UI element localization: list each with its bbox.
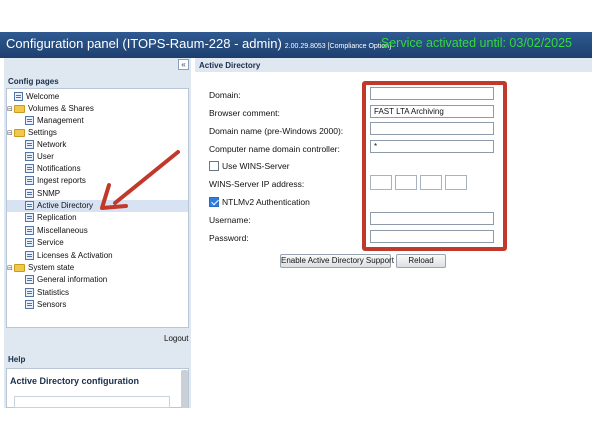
tree-item-label: SNMP (37, 189, 61, 198)
tree-item-notifications[interactable]: Notifications (25, 163, 81, 175)
tree-item-label: Active Directory (37, 201, 94, 210)
page-icon (25, 176, 34, 186)
tree-item-statistics[interactable]: Statistics (25, 287, 69, 299)
password-label: Password: (209, 233, 249, 243)
tree-item-label: Notifications (37, 164, 81, 173)
tree-item-ingest-reports[interactable]: Ingest reports (25, 175, 86, 187)
tree-item-service[interactable]: Service (25, 237, 64, 249)
tree-item-label: Replication (37, 213, 77, 222)
tree-item-label: System state (28, 263, 75, 272)
page-icon (14, 92, 23, 102)
page-icon (25, 251, 34, 261)
config-pages-heading: Config pages (4, 74, 191, 88)
tree-item-label: Service (37, 238, 64, 247)
tree-item-network[interactable]: Network (25, 139, 66, 151)
tree-item-user[interactable]: User (25, 151, 54, 163)
ntlmv2-label: NTLMv2 Authentication (222, 197, 310, 207)
tree-item-licenses[interactable]: Licenses & Activation (25, 250, 113, 262)
tree-folder-volumes[interactable]: ⊟ Volumes & Shares (7, 103, 94, 115)
tree-item-label: Welcome (26, 92, 60, 101)
tree-folder-settings[interactable]: ⊟ Settings (7, 127, 57, 139)
folder-icon (14, 263, 25, 272)
tree-item-sensors[interactable]: Sensors (25, 299, 66, 311)
page-title: Active Directory (195, 58, 592, 72)
page-icon (25, 201, 34, 211)
collapse-sidebar-button[interactable]: « (178, 59, 189, 70)
page-icon (25, 238, 34, 248)
tree-item-management[interactable]: Management (25, 115, 84, 127)
bottom-margin (0, 408, 592, 444)
tree-item-label: User (37, 152, 54, 161)
page-icon (25, 140, 34, 150)
page-icon (25, 164, 34, 174)
tree-item-miscellaneous[interactable]: Miscellaneous (25, 225, 88, 237)
page-icon (25, 152, 34, 162)
help-scrollbar[interactable] (181, 370, 188, 408)
help-content (14, 396, 170, 408)
page-icon (25, 226, 34, 236)
tree-item-welcome[interactable]: Welcome (14, 91, 59, 103)
tree-item-active-directory[interactable]: Active Directory (7, 200, 188, 212)
help-heading: Help (4, 352, 191, 366)
tree-item-label: Network (37, 140, 67, 149)
tree-item-label: General information (37, 275, 108, 284)
username-label: Username: (209, 215, 251, 225)
tree-item-label: Settings (28, 128, 57, 137)
tree-item-label: Ingest reports (37, 176, 86, 185)
tree-item-label: Miscellaneous (37, 226, 88, 235)
page-icon (25, 288, 34, 298)
tree-item-general-information[interactable]: General information (25, 274, 107, 286)
app-title-text: Configuration panel (ITOPS-Raum-228 - ad… (6, 36, 282, 51)
reload-button[interactable]: Reload (396, 254, 446, 268)
folder-icon (14, 128, 25, 137)
expand-icon[interactable]: ⊟ (7, 104, 14, 116)
logout-link[interactable]: Logout (164, 334, 188, 343)
ntlmv2-checkbox[interactable] (209, 197, 219, 207)
tree-item-label: Statistics (37, 288, 70, 297)
tree-item-snmp[interactable]: SNMP (25, 188, 60, 200)
tree-item-label: Volumes & Shares (28, 104, 94, 113)
page-icon (25, 300, 34, 310)
page-icon (25, 189, 34, 199)
top-margin (0, 0, 592, 32)
page-icon (25, 275, 34, 285)
tree-item-label: Licenses & Activation (37, 251, 113, 260)
tree-item-label: Management (37, 116, 84, 125)
page-icon (25, 116, 34, 126)
wins-checkbox[interactable] (209, 161, 219, 171)
help-title: Active Directory configuration (10, 376, 140, 386)
service-status: Service activated until: 03/02/2025 (380, 36, 572, 50)
app-title: Configuration panel (ITOPS-Raum-228 - ad… (6, 36, 391, 51)
tree-item-label: Sensors (37, 300, 67, 309)
browser-comment-label: Browser comment: (209, 108, 280, 118)
tree-item-replication[interactable]: Replication (25, 212, 77, 224)
domain-controller-label: Computer name domain controller: (209, 144, 340, 154)
domain-name-label: Domain name (pre-Windows 2000): (209, 126, 344, 136)
app-version: 2.00.29.8053 [Compliance Option] (284, 43, 392, 50)
page-icon (25, 213, 34, 223)
tree-folder-system-state[interactable]: ⊟ System state (7, 262, 74, 274)
expand-icon[interactable]: ⊟ (7, 263, 14, 275)
domain-label: Domain: (209, 90, 241, 100)
wins-label: Use WINS-Server (222, 161, 290, 171)
app-header: Configuration panel (ITOPS-Raum-228 - ad… (0, 32, 592, 58)
wins-ip-label: WINS-Server IP address: (209, 179, 305, 189)
enable-active-directory-button[interactable]: Enable Active Directory Support (280, 254, 394, 268)
expand-icon[interactable]: ⊟ (7, 128, 14, 140)
highlight-box (362, 81, 507, 251)
folder-icon (14, 104, 25, 113)
